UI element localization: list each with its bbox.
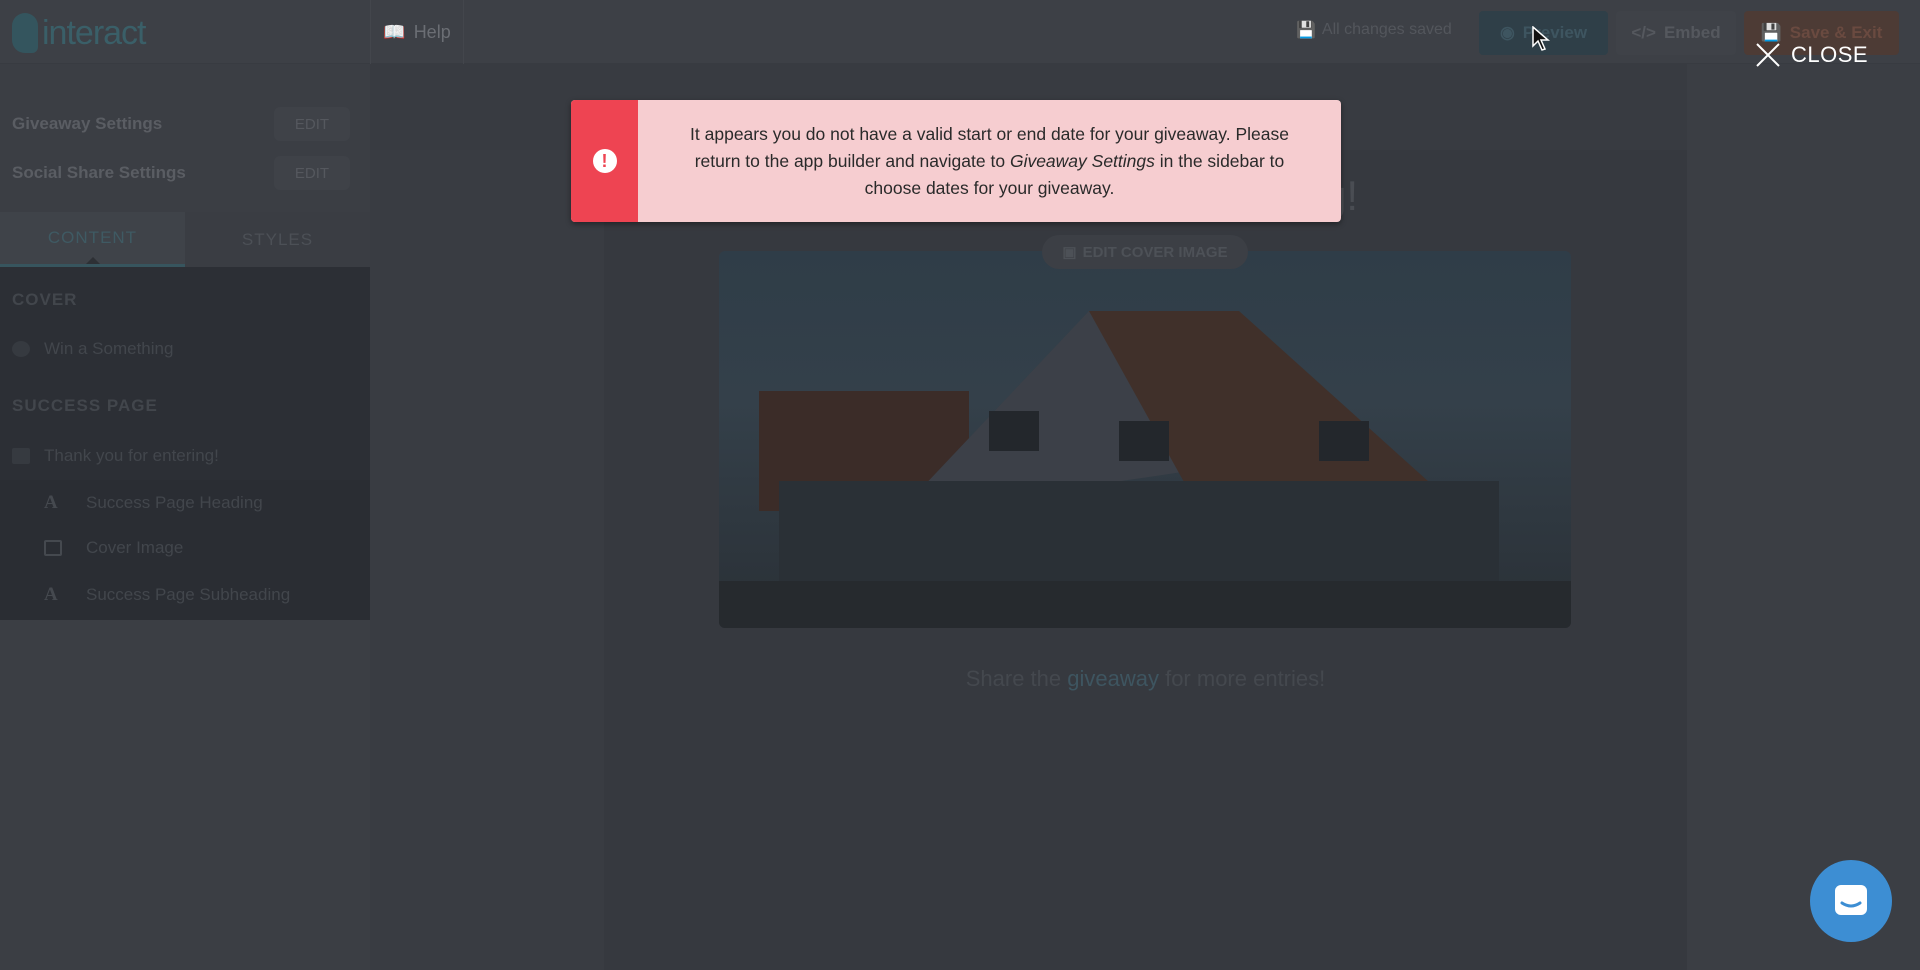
logo-text: interact bbox=[42, 13, 146, 52]
floppy-icon: 💾 bbox=[1760, 23, 1782, 42]
share-text: for more entries! bbox=[1158, 666, 1326, 691]
section-success-page: SUCCESS PAGE bbox=[12, 396, 158, 415]
setting-label: Social Share Settings bbox=[12, 163, 186, 182]
chat-launcher-button[interactable] bbox=[1810, 860, 1892, 942]
embed-button[interactable]: </> Embed bbox=[1616, 11, 1736, 55]
save-status-text: All changes saved bbox=[1321, 21, 1452, 38]
sidebar-tabs: CONTENT STYLES bbox=[0, 212, 370, 267]
giveaway-settings-row: Giveaway Settings EDIT bbox=[12, 106, 350, 142]
alert-emphasis: Giveaway Settings bbox=[1009, 150, 1155, 171]
share-subheading[interactable]: Share the giveaway for more entries! bbox=[604, 666, 1687, 692]
alert-message: It appears you do not have a valid start… bbox=[638, 100, 1341, 222]
mouse-cursor-icon bbox=[1532, 26, 1550, 51]
item-label: Thank you for entering! bbox=[44, 446, 219, 465]
exclamation-icon: ! bbox=[592, 149, 617, 173]
share-text: Share the bbox=[965, 666, 1068, 691]
edit-social-share-button[interactable]: EDIT bbox=[274, 156, 350, 190]
list-item-heading[interactable]: A Success Page Heading bbox=[44, 492, 263, 514]
item-label: Win a Something bbox=[44, 339, 174, 358]
edit-cover-label: EDIT COVER IMAGE bbox=[1082, 243, 1228, 261]
eye-icon: ◉ bbox=[1499, 23, 1515, 42]
error-alert: ! It appears you do not have a valid sta… bbox=[571, 100, 1341, 222]
list-item-cover[interactable]: Win a Something bbox=[12, 339, 173, 359]
logo[interactable]: interact bbox=[12, 12, 146, 54]
section-cover: COVER bbox=[12, 290, 78, 309]
list-item-success-page[interactable]: Thank you for entering! bbox=[12, 446, 219, 466]
close-label: CLOSE bbox=[1791, 42, 1869, 67]
help-label: Help bbox=[413, 21, 451, 42]
setting-label: Giveaway Settings bbox=[12, 114, 163, 133]
item-label: Success Page Heading bbox=[86, 493, 263, 512]
item-label: Cover Image bbox=[86, 538, 184, 557]
list-item-cover-image[interactable]: Cover Image bbox=[44, 538, 183, 558]
text-icon: A bbox=[44, 492, 58, 513]
image-icon: ▣ bbox=[1062, 244, 1077, 261]
share-link: giveaway bbox=[1067, 666, 1159, 691]
edit-giveaway-settings-button[interactable]: EDIT bbox=[274, 107, 350, 141]
floppy-icon: 💾 bbox=[1296, 22, 1316, 39]
save-exit-label: Save & Exit bbox=[1789, 23, 1883, 42]
chat-icon bbox=[1835, 885, 1867, 915]
tab-content[interactable]: CONTENT bbox=[0, 212, 185, 267]
alert-icon-strip: ! bbox=[571, 100, 638, 222]
logo-icon bbox=[12, 13, 38, 53]
item-label: Success Page Subheading bbox=[86, 585, 291, 604]
help-button[interactable]: 📖 Help bbox=[370, 0, 464, 64]
trophy-icon bbox=[12, 341, 30, 357]
page-icon bbox=[12, 448, 30, 464]
image-icon bbox=[44, 540, 62, 556]
edit-cover-image-button[interactable]: ▣ EDIT COVER IMAGE bbox=[1042, 235, 1248, 269]
close-button[interactable]: CLOSE bbox=[1755, 42, 1868, 68]
code-icon: </> bbox=[1631, 23, 1656, 42]
close-icon bbox=[1756, 43, 1780, 67]
text-icon: A bbox=[44, 584, 58, 605]
list-item-subheading[interactable]: A Success Page Subheading bbox=[44, 584, 290, 606]
book-icon: 📖 bbox=[383, 21, 406, 42]
tab-styles[interactable]: STYLES bbox=[185, 212, 370, 267]
house-illustration bbox=[719, 311, 1571, 628]
canvas-margin bbox=[1687, 64, 1920, 970]
social-share-settings-row: Social Share Settings EDIT bbox=[12, 155, 350, 191]
embed-label: Embed bbox=[1663, 23, 1721, 42]
save-status: 💾 All changes saved bbox=[1296, 20, 1452, 40]
cover-image[interactable] bbox=[719, 251, 1571, 628]
